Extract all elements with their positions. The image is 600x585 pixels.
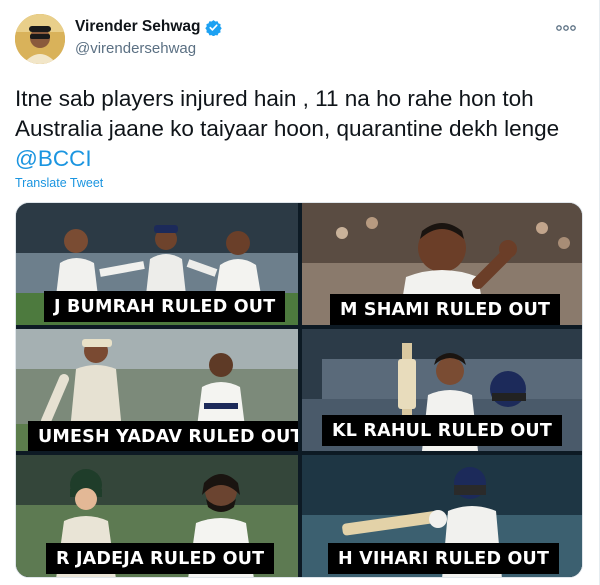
author-name-row: Virender Sehwag (75, 18, 223, 36)
tweet-text-line-1: Itne sab players injured hain , 11 na ho… (15, 86, 534, 111)
panel-caption: R JADEJA RULED OUT (46, 543, 275, 574)
image-panel-shami: M SHAMI RULED OUT (302, 203, 582, 325)
author-handle[interactable]: @virendersehwag (75, 40, 196, 57)
image-panel-bumrah: J BUMRAH RULED OUT (16, 203, 298, 325)
image-panel-kl-rahul: KL RAHUL RULED OUT (302, 329, 582, 451)
tweet-card: Virender Sehwag @virendersehwag Itne sab… (0, 0, 600, 585)
image-panel-jadeja: R JADEJA RULED OUT (16, 455, 298, 577)
more-options-icon[interactable] (555, 20, 577, 36)
image-panel-vihari: H VIHARI RULED OUT (302, 455, 582, 577)
panel-caption: J BUMRAH RULED OUT (44, 291, 286, 322)
tweet-image[interactable]: J BUMRAH RULED OUT M SHAMI RULED OUT UME… (15, 202, 583, 578)
panel-caption: UMESH YADAV RULED OUT (28, 421, 298, 451)
tweet-text-line-2: Australia jaane ko taiyaar hoon, quarant… (15, 116, 560, 141)
translate-tweet-link[interactable]: Translate Tweet (15, 176, 103, 190)
profile-photo-icon (15, 14, 65, 64)
panel-caption: KL RAHUL RULED OUT (322, 415, 562, 446)
panel-caption: H VIHARI RULED OUT (328, 543, 560, 574)
verified-badge-icon (205, 19, 223, 36)
tweet-text: Itne sab players injured hain , 11 na ho… (15, 84, 585, 174)
display-name[interactable]: Virender Sehwag (75, 18, 200, 36)
image-panel-umesh-yadav: UMESH YADAV RULED OUT (16, 329, 298, 451)
mention-link[interactable]: @BCCI (15, 146, 92, 171)
panel-caption: M SHAMI RULED OUT (330, 294, 561, 325)
avatar[interactable] (15, 14, 65, 64)
